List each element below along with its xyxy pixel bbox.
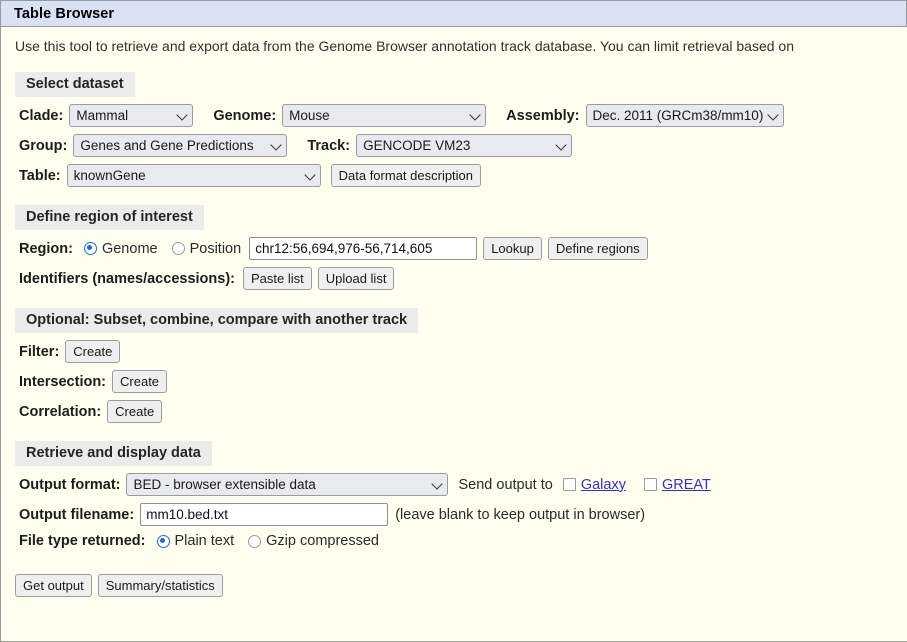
position-input[interactable] — [249, 237, 478, 260]
gzip-label: Gzip compressed — [266, 533, 379, 549]
output-filename-input[interactable] — [140, 503, 389, 526]
clade-genome-assembly-row: Clade: Mammal Genome: Mouse Assembly: De… — [1, 104, 907, 127]
window-titlebar: Table Browser — [1, 0, 907, 27]
genome-select[interactable]: Mouse — [282, 104, 487, 127]
region-genome-radio[interactable] — [83, 242, 97, 255]
section-header-define-region: Define region of interest — [15, 205, 204, 230]
great-checkbox[interactable] — [643, 478, 657, 491]
region-row: Region: Genome Position Lookup Define re… — [1, 237, 907, 260]
group-select[interactable]: Genes and Gene Predictions — [73, 134, 288, 157]
group-label: Group: — [19, 137, 68, 154]
clade-select[interactable]: Mammal — [69, 104, 194, 127]
output-format-label: Output format: — [19, 476, 121, 493]
define-regions-button[interactable]: Define regions — [547, 237, 648, 260]
table-label: Table: — [19, 167, 61, 184]
track-label: Track: — [307, 137, 351, 154]
page-title: Table Browser — [14, 5, 115, 22]
great-link[interactable]: GREAT — [662, 477, 711, 493]
filter-row: Filter: Create — [1, 340, 907, 363]
intersection-create-button[interactable]: Create — [112, 370, 168, 393]
lookup-button[interactable]: Lookup — [483, 237, 542, 260]
table-select-wrap: knownGene — [66, 164, 321, 187]
send-output-label: Send output to — [458, 476, 553, 493]
clade-label: Clade: — [19, 107, 64, 124]
action-buttons-row: Get output Summary/statistics — [1, 574, 907, 597]
summary-statistics-button[interactable]: Summary/statistics — [97, 574, 223, 597]
intersection-label: Intersection: — [19, 373, 107, 390]
upload-list-button[interactable]: Upload list — [317, 267, 395, 290]
table-browser-page: Table Browser Use this tool to retrieve … — [0, 0, 907, 642]
correlation-row: Correlation: Create — [1, 400, 907, 423]
assembly-select[interactable]: Dec. 2011 (GRCm38/mm10) — [585, 104, 784, 127]
plain-text-radio[interactable] — [156, 534, 170, 548]
group-track-row: Group: Genes and Gene Predictions Track:… — [1, 134, 907, 157]
output-filename-label: Output filename: — [19, 506, 135, 523]
correlation-create-button[interactable]: Create — [107, 400, 163, 423]
intersection-row: Intersection: Create — [1, 370, 907, 393]
region-position-label: Position — [189, 240, 242, 257]
region-genome-label: Genome — [101, 240, 158, 257]
output-format-row: Output format: BED - browser extensible … — [1, 473, 907, 496]
assembly-select-wrap: Dec. 2011 (GRCm38/mm10) — [585, 104, 784, 127]
track-select-wrap: GENCODE VM23 — [356, 134, 573, 157]
table-select[interactable]: knownGene — [66, 164, 321, 187]
assembly-label: Assembly: — [506, 107, 580, 124]
gzip-radio[interactable] — [248, 534, 262, 548]
filter-label: Filter: — [19, 343, 60, 360]
data-format-description-button[interactable]: Data format description — [330, 164, 482, 187]
paste-list-button[interactable]: Paste list — [242, 267, 312, 290]
region-label: Region: — [19, 240, 73, 257]
intro-text: Use this tool to retrieve and export dat… — [15, 38, 794, 54]
identifiers-label: Identifiers (names/accessions): — [19, 270, 235, 287]
section-header-optional: Optional: Subset, combine, compare with … — [15, 308, 419, 333]
output-format-select-wrap: BED - browser extensible data — [126, 473, 449, 496]
clade-select-wrap: Mammal — [69, 104, 194, 127]
galaxy-checkbox[interactable] — [562, 478, 576, 491]
filter-create-button[interactable]: Create — [65, 340, 121, 363]
output-filename-row: Output filename: (leave blank to keep ou… — [1, 503, 907, 526]
genome-select-wrap: Mouse — [282, 104, 487, 127]
table-row: Table: knownGene Data format description — [1, 164, 907, 187]
get-output-button[interactable]: Get output — [15, 574, 92, 597]
track-select[interactable]: GENCODE VM23 — [356, 134, 573, 157]
group-select-wrap: Genes and Gene Predictions — [73, 134, 288, 157]
identifiers-row: Identifiers (names/accessions): Paste li… — [1, 267, 907, 290]
filename-hint: (leave blank to keep output in browser) — [395, 506, 646, 523]
section-header-retrieve: Retrieve and display data — [15, 441, 212, 466]
file-type-label: File type returned: — [19, 533, 146, 549]
genome-label: Genome: — [213, 107, 277, 124]
file-type-row: File type returned: Plain text Gzip comp… — [1, 533, 907, 549]
region-position-radio[interactable] — [171, 242, 185, 255]
output-format-select[interactable]: BED - browser extensible data — [126, 473, 449, 496]
correlation-label: Correlation: — [19, 403, 102, 420]
section-header-select-dataset: Select dataset — [15, 72, 135, 97]
galaxy-link[interactable]: Galaxy — [581, 477, 626, 493]
plain-text-label: Plain text — [174, 533, 235, 549]
